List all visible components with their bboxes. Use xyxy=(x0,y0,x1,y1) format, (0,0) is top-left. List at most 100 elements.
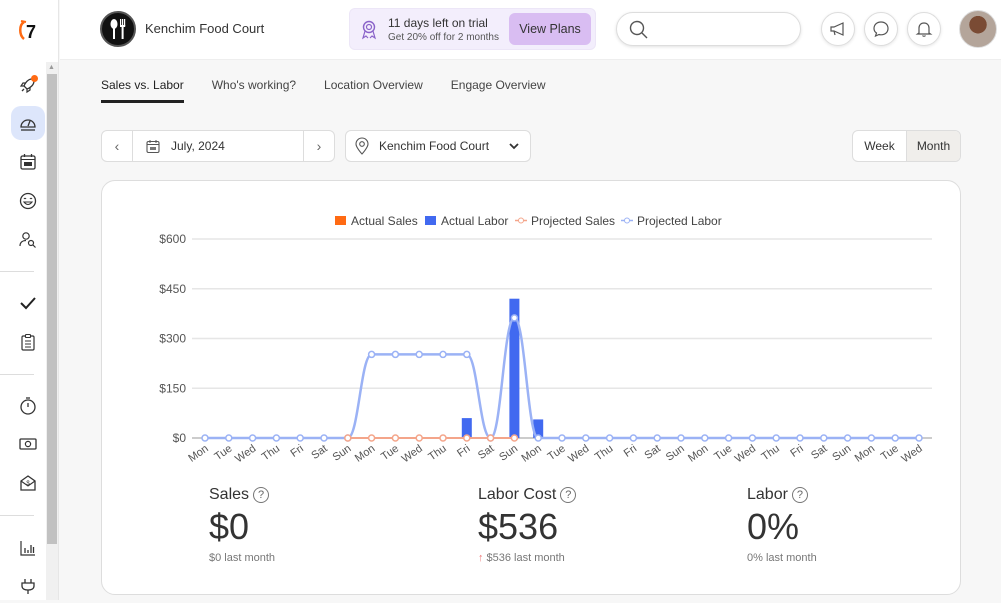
location-name[interactable]: Kenchim Food Court xyxy=(145,21,264,36)
cash-icon xyxy=(19,438,37,450)
projected-labor-point xyxy=(248,434,257,442)
tab-whos-working[interactable]: Who's working? xyxy=(212,78,296,103)
projected-labor-point xyxy=(915,434,923,442)
tab-sales-vs-labor[interactable]: Sales vs. Labor xyxy=(101,78,184,103)
search-input[interactable] xyxy=(616,12,801,46)
projected-labor-point xyxy=(820,434,828,442)
projected-labor-point xyxy=(558,434,566,442)
trial-subtitle: Get 20% off for 2 months xyxy=(388,32,499,43)
location-logo xyxy=(100,11,136,47)
messages-button[interactable] xyxy=(864,12,898,46)
projected-labor-point xyxy=(701,434,709,442)
megaphone-icon xyxy=(830,22,844,36)
user-avatar[interactable] xyxy=(959,10,997,48)
x-tick-label: Mon xyxy=(353,443,377,465)
sidebar-item-logbook[interactable] xyxy=(11,325,45,359)
x-tick-label: Fri xyxy=(622,443,639,460)
x-tick-label: Thu xyxy=(260,443,282,464)
projected-labor-point xyxy=(605,434,614,442)
sidebar-scrollbar[interactable]: ▲ xyxy=(46,62,58,600)
legend-swatch xyxy=(335,216,346,225)
sidebar-divider xyxy=(0,515,34,516)
search-icon xyxy=(629,20,648,39)
legend-swatch xyxy=(425,216,436,225)
sidebar-item-team[interactable] xyxy=(11,223,45,257)
projected-labor-line xyxy=(204,316,919,440)
trial-title: 11 days left on trial xyxy=(388,16,488,30)
sidebar-item-getting-started[interactable] xyxy=(11,68,45,102)
stat-sales: Sales? $0 $0 last month xyxy=(209,486,275,564)
x-tick-label: Tue xyxy=(212,443,234,463)
tab-location-overview[interactable]: Location Overview xyxy=(324,78,423,103)
scroll-up-arrow-icon[interactable]: ▲ xyxy=(48,64,55,71)
projected-labor-point xyxy=(296,434,304,442)
scrollbar-thumb[interactable] xyxy=(47,74,57,544)
sidebar-item-payroll[interactable]: $ xyxy=(11,466,45,500)
sidebar-item-time-clocking[interactable] xyxy=(11,389,45,423)
sidebar-item-tasks[interactable] xyxy=(11,286,45,320)
selected-month[interactable]: July, 2024 xyxy=(171,139,225,153)
legend-label: Projected Labor xyxy=(637,214,722,228)
location-select[interactable]: Kenchim Food Court xyxy=(345,130,531,162)
sidebar-divider xyxy=(0,374,34,375)
projected-labor-point xyxy=(415,350,423,359)
bell-icon xyxy=(915,22,933,37)
announcements-button[interactable] xyxy=(821,12,855,46)
x-tick-label: Tue xyxy=(712,443,734,463)
projected-labor-point xyxy=(320,434,328,442)
help-icon[interactable]: ? xyxy=(253,487,270,503)
view-plans-button[interactable]: View Plans xyxy=(509,13,591,45)
stat-title: Labor Cost xyxy=(478,486,557,503)
projected-labor-point xyxy=(201,434,209,442)
sidebar-item-dashboard[interactable] xyxy=(11,106,45,140)
sidebar-item-schedule[interactable] xyxy=(11,145,45,179)
stat-comparison: 0% last month xyxy=(747,552,817,564)
date-picker: ‹ July, 2024 › xyxy=(101,130,335,162)
app-logo[interactable]: 7 xyxy=(16,16,44,44)
stat-labor-cost: Labor Cost? $536 ↑ $536 last month xyxy=(478,486,577,564)
week-toggle-button[interactable]: Week xyxy=(853,131,906,161)
stat-labor-percent: Labor? 0% 0% last month xyxy=(747,486,817,564)
trend-up-arrow-icon: ↑ xyxy=(478,552,484,564)
sidebar-divider xyxy=(0,271,34,272)
projected-labor-point xyxy=(772,434,780,442)
x-tick-label: Fri xyxy=(788,443,805,460)
x-tick-label: Wed xyxy=(899,443,924,466)
x-tick-label: Sun xyxy=(497,443,520,464)
top-bar: Kenchim Food Court 11 days left on trial… xyxy=(60,0,1001,60)
sales-vs-labor-card: $0 $150 $300 $450 $600 Mon Tue Wed Thu Fri Sat Sun M… xyxy=(101,180,961,595)
x-tick-label: Fri xyxy=(289,443,306,460)
projected-sales-point xyxy=(463,434,471,442)
projected-labor-point xyxy=(843,434,852,442)
projected-sales-point xyxy=(344,434,352,442)
notifications-button[interactable] xyxy=(907,12,941,46)
x-tick-label: Wed xyxy=(566,443,591,466)
x-tick-label: Thu xyxy=(593,443,615,464)
x-tick-label: Sat xyxy=(809,443,829,462)
check-icon xyxy=(20,297,36,310)
x-tick-label: Sun xyxy=(830,443,853,464)
projected-labor-point xyxy=(796,434,804,442)
help-icon[interactable]: ? xyxy=(791,487,808,503)
projected-labor-point xyxy=(582,434,590,442)
sidebar-item-engage[interactable] xyxy=(11,184,45,218)
stat-value: $0 xyxy=(209,506,250,547)
legend-label: Projected Sales xyxy=(531,214,615,228)
chat-bubble-icon xyxy=(873,21,889,38)
x-tick-label: Sat xyxy=(643,443,663,462)
next-month-button[interactable]: › xyxy=(303,131,334,161)
sidebar-item-reports[interactable] xyxy=(11,531,45,565)
projected-sales-point xyxy=(391,434,400,442)
projected-labor-point xyxy=(225,434,233,442)
dashboard-tabs: Sales vs. Labor Who's working? Location … xyxy=(101,78,545,103)
x-tick-label: Mon xyxy=(686,443,710,465)
help-icon[interactable]: ? xyxy=(560,487,577,503)
projected-labor-point xyxy=(463,350,471,359)
month-toggle-button[interactable]: Month xyxy=(906,131,960,161)
sidebar-item-integrations[interactable] xyxy=(11,569,45,603)
sidebar-item-tip-pooling[interactable] xyxy=(11,427,45,461)
user-search-icon xyxy=(19,232,36,248)
tab-engage-overview[interactable]: Engage Overview xyxy=(451,78,546,103)
projected-labor-point xyxy=(653,434,661,442)
previous-month-button[interactable]: ‹ xyxy=(102,131,133,161)
